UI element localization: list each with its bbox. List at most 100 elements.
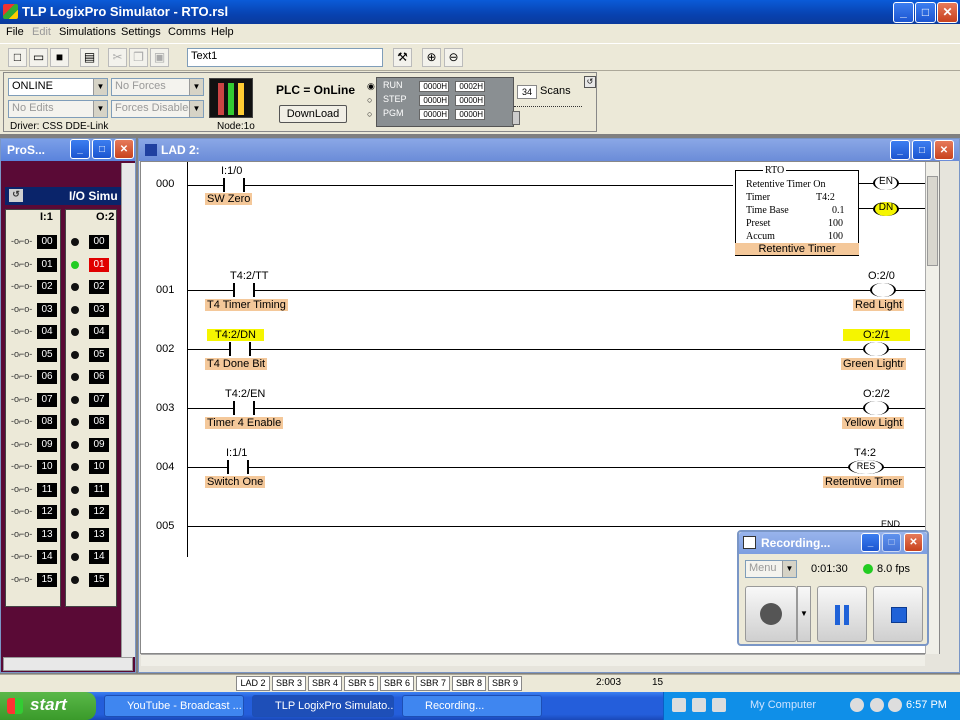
close-button[interactable]: ✕ — [937, 2, 958, 23]
reset-coil[interactable]: RES — [848, 460, 884, 474]
menu-help[interactable]: Help — [211, 26, 234, 38]
input-switch-icon[interactable]: -o⌐o- — [11, 506, 33, 518]
pause-button[interactable] — [817, 586, 867, 642]
input-switch-icon[interactable]: -o⌐o- — [11, 394, 33, 406]
input-switch-icon[interactable]: -o⌐o- — [11, 439, 33, 451]
minimize-button[interactable]: _ — [70, 139, 90, 159]
input-switch-icon[interactable]: -o⌐o- — [11, 349, 33, 361]
text-field[interactable]: Text1 — [187, 48, 383, 67]
maximize-button[interactable]: □ — [915, 2, 936, 23]
save-icon[interactable]: ■ — [50, 48, 69, 67]
refresh-icon[interactable]: ↺ — [584, 76, 596, 88]
sheet-tab[interactable]: SBR 6 — [380, 676, 414, 691]
minimize-button[interactable]: _ — [893, 2, 914, 23]
close-button[interactable]: ✕ — [934, 140, 954, 160]
input-address: 08 — [37, 415, 57, 429]
vertical-scrollbar[interactable] — [121, 163, 135, 657]
refresh-icon[interactable]: ↺ — [9, 189, 23, 202]
horizontal-scrollbar[interactable] — [3, 657, 133, 671]
record-options-button[interactable]: ▼ — [797, 586, 811, 642]
zoom-in-icon[interactable]: ⊕ — [422, 48, 441, 67]
forces-select[interactable]: No Forces ▼ — [111, 78, 204, 96]
minimize-button[interactable]: _ — [890, 140, 910, 160]
input-switch-icon[interactable]: -o⌐o- — [11, 461, 33, 473]
scroll-thumb[interactable] — [927, 176, 938, 266]
recording-menu[interactable]: Menu ▼ — [745, 560, 797, 578]
rto-instruction-box[interactable]: RTO Retentive Timer On Timer T4:2 Time B… — [735, 165, 859, 256]
chevron-down-icon: ▼ — [189, 101, 203, 117]
rung-line — [187, 290, 933, 291]
input-switch-icon[interactable]: -o⌐o- — [11, 236, 33, 248]
sheet-tab[interactable]: SBR 5 — [344, 676, 378, 691]
input-switch-icon[interactable]: -o⌐o- — [11, 551, 33, 563]
copy-icon[interactable]: ❐ — [129, 48, 148, 67]
zoom-out-icon[interactable]: ⊖ — [444, 48, 463, 67]
cut-icon[interactable]: ✂ — [108, 48, 127, 67]
menu-edit[interactable]: Edit — [32, 26, 51, 38]
input-switch-icon[interactable]: -o⌐o- — [11, 416, 33, 428]
stop-button[interactable] — [873, 586, 923, 642]
input-switch-icon[interactable]: -o⌐o- — [11, 281, 33, 293]
contact-symbol[interactable] — [233, 401, 255, 415]
sheet-tab[interactable]: SBR 9 — [488, 676, 522, 691]
input-switch-icon[interactable]: -o⌐o- — [11, 304, 33, 316]
output-coil[interactable] — [863, 401, 889, 415]
clock[interactable]: 6:57 PM — [906, 699, 947, 711]
tray-icon[interactable] — [672, 698, 686, 712]
input-switch-icon[interactable]: -o⌐o- — [11, 484, 33, 496]
volume-icon[interactable] — [870, 698, 884, 712]
horizontal-scrollbar[interactable] — [141, 654, 925, 666]
menu-settings[interactable]: Settings — [121, 26, 161, 38]
tray-icon[interactable] — [850, 698, 864, 712]
mode-select[interactable]: ONLINE ▼ — [8, 78, 108, 96]
sheet-tab[interactable]: SBR 8 — [452, 676, 486, 691]
radio-run[interactable]: ◉ — [367, 81, 375, 92]
close-button[interactable]: ✕ — [114, 139, 134, 159]
contact-symbol[interactable] — [223, 178, 245, 192]
tray-icon[interactable] — [692, 698, 706, 712]
taskbar-item-youtube[interactable]: YouTube - Broadcast ... — [104, 695, 244, 717]
output-coil[interactable] — [863, 342, 889, 356]
contact-symbol[interactable] — [229, 342, 251, 356]
close-button[interactable]: ✕ — [904, 533, 923, 552]
radio-step[interactable]: ○ — [367, 95, 372, 105]
input-switch-icon[interactable]: -o⌐o- — [11, 574, 33, 586]
scan-slider[interactable] — [514, 106, 582, 110]
start-button[interactable]: start — [0, 692, 96, 720]
output-coil[interactable] — [870, 283, 896, 297]
taskbar-item-logixpro[interactable]: TLP LogixPro Simulato... — [252, 695, 394, 717]
sheet-tab[interactable]: SBR 3 — [272, 676, 306, 691]
menu-file[interactable]: File — [6, 26, 24, 38]
tray-icon[interactable] — [888, 698, 902, 712]
forces-state-select[interactable]: Forces Disabled ▼ — [111, 100, 204, 118]
menu-simulations[interactable]: Simulations — [59, 26, 116, 38]
menu-comms[interactable]: Comms — [168, 26, 206, 38]
contact-symbol[interactable] — [233, 283, 255, 297]
maximize-button[interactable]: □ — [882, 533, 901, 552]
tools-icon[interactable]: ⚒ — [393, 48, 412, 67]
tray-icon[interactable] — [712, 698, 726, 712]
maximize-button[interactable]: □ — [92, 139, 112, 159]
sheet-tab[interactable]: LAD 2 — [236, 676, 270, 691]
maximize-button[interactable]: □ — [912, 140, 932, 160]
input-switch-icon[interactable]: -o⌐o- — [11, 326, 33, 338]
sheet-tab[interactable]: SBR 7 — [416, 676, 450, 691]
input-switch-icon[interactable]: -o⌐o- — [11, 371, 33, 383]
edits-select[interactable]: No Edits ▼ — [8, 100, 108, 118]
taskbar-item-recording[interactable]: Recording... — [402, 695, 542, 717]
new-file-icon[interactable]: □ — [8, 48, 27, 67]
radio-pgm[interactable]: ○ — [367, 109, 372, 119]
slider-thumb[interactable] — [512, 111, 520, 125]
sheet-tab[interactable]: SBR 4 — [308, 676, 342, 691]
print-icon[interactable]: ▤ — [80, 48, 99, 67]
download-button[interactable]: DownLoad — [279, 105, 347, 123]
input-switch-icon[interactable]: -o⌐o- — [11, 259, 33, 271]
contact-symbol[interactable] — [227, 460, 249, 474]
open-folder-icon[interactable]: ▭ — [29, 48, 48, 67]
input-switch-icon[interactable]: -o⌐o- — [11, 529, 33, 541]
scans-value[interactable]: 34 — [517, 85, 537, 99]
paste-icon[interactable]: ▣ — [150, 48, 169, 67]
my-computer-label[interactable]: My Computer — [750, 699, 816, 711]
record-button[interactable] — [745, 586, 797, 642]
minimize-button[interactable]: _ — [861, 533, 880, 552]
